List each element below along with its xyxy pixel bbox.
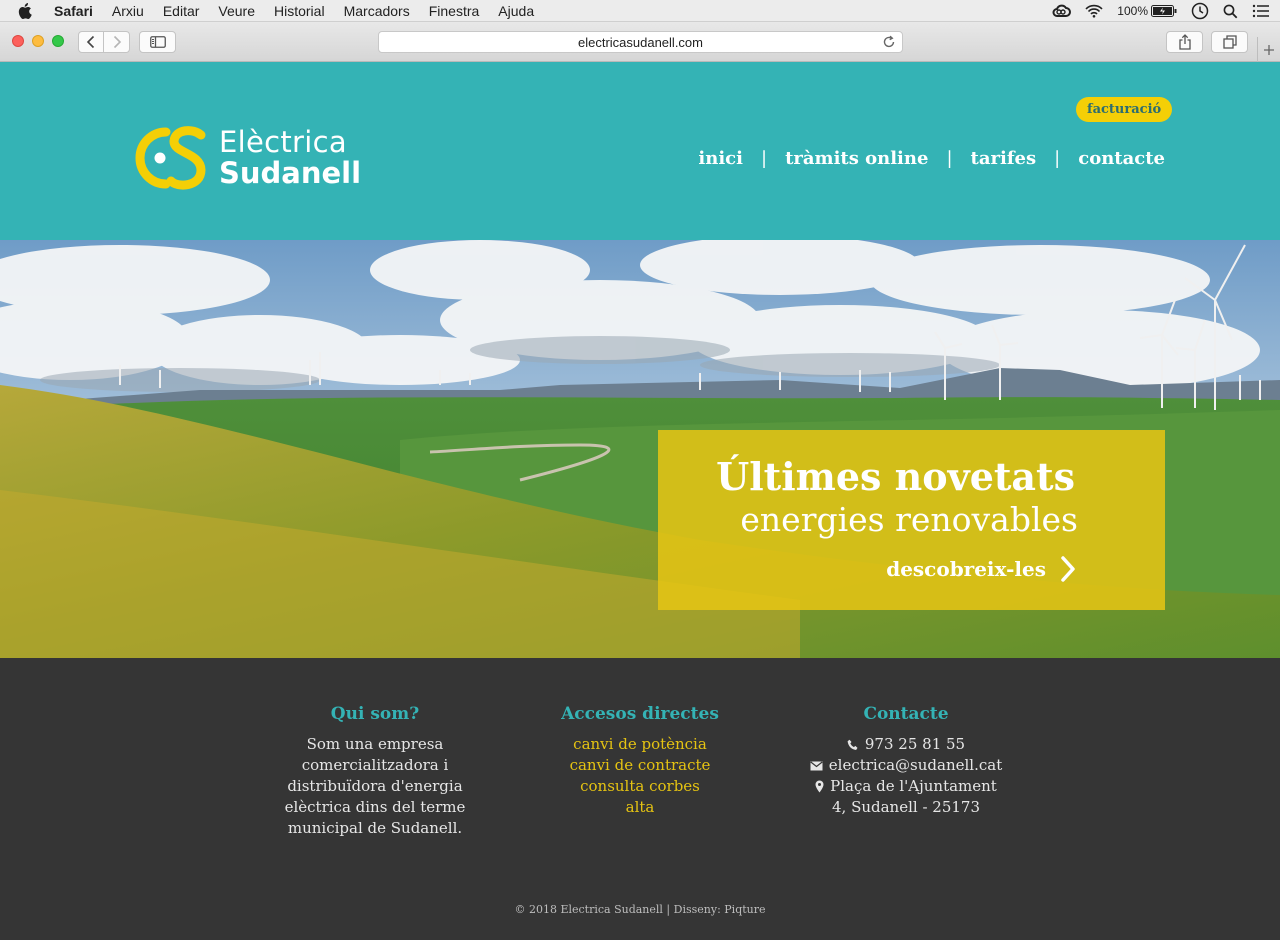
site-logo[interactable]: Elèctrica Sudanell [131, 123, 361, 193]
contact-phone[interactable]: 973 25 81 55 [790, 734, 1022, 755]
site-footer: Qui som? Som una empresa comercialitzado… [0, 658, 1280, 940]
promo-title: Últimes novetats [716, 454, 1075, 499]
menu-marcadors[interactable]: Marcadors [344, 3, 410, 19]
envelope-icon [810, 761, 823, 770]
sidebar-toggle-button[interactable] [139, 31, 176, 53]
url-text: electricasudanell.com [577, 34, 703, 50]
phone-icon [847, 739, 858, 750]
contact-section: Contacte 973 25 81 55 electrica@sudanell… [790, 704, 1022, 818]
address-line-1: Plaça de l'Ajuntament [830, 777, 997, 795]
close-window-button[interactable] [12, 35, 24, 47]
nav-separator: | [760, 148, 768, 169]
billing-button[interactable]: facturació [1076, 97, 1173, 122]
share-icon [1178, 34, 1191, 50]
about-text: Som una empresa comercialitzadora i dist… [284, 735, 466, 837]
forward-button[interactable] [104, 31, 130, 53]
link-canvi-contracte[interactable]: canvi de contracte [540, 755, 740, 776]
spotlight-search-icon[interactable] [1223, 4, 1238, 19]
address-line-2: 4, Sudanell - 25173 [831, 798, 980, 816]
share-button[interactable] [1166, 31, 1203, 53]
contact-email[interactable]: electrica@sudanell.cat [790, 755, 1022, 776]
site-header: Elèctrica Sudanell facturació inici | tr… [0, 62, 1280, 240]
history-nav [78, 31, 130, 53]
email-address: electrica@sudanell.cat [828, 756, 1003, 774]
wifi-icon[interactable] [1085, 4, 1103, 18]
hero-banner: Últimes novetats energies renovables des… [0, 240, 1280, 658]
menu-arxiu[interactable]: Arxiu [112, 3, 144, 19]
contact-heading: Contacte [863, 704, 949, 724]
nav-contacte[interactable]: contacte [1078, 148, 1165, 169]
discover-link[interactable]: descobreix-les [886, 555, 1076, 583]
chevron-left-icon [86, 35, 95, 49]
reload-icon[interactable] [882, 35, 896, 52]
logo-line-1: Elèctrica [219, 125, 347, 159]
menu-finestra[interactable]: Finestra [429, 3, 480, 19]
new-tab-button[interactable] [1257, 37, 1280, 62]
logo-line-2: Sudanell [219, 156, 362, 190]
back-button[interactable] [78, 31, 104, 53]
tab-overview-icon [1222, 35, 1237, 49]
main-navigation: inici | tràmits online | tarifes | conta… [698, 148, 1165, 169]
link-alta[interactable]: alta [540, 797, 740, 818]
battery-icon [1151, 5, 1177, 17]
copyright-text: © 2018 Electrica Sudanell | Disseny: Piq… [514, 903, 766, 916]
fullscreen-window-button[interactable] [52, 35, 64, 47]
discover-link-label: descobreix-les [886, 557, 1046, 581]
about-section: Qui som? Som una empresa comercialitzado… [270, 704, 480, 839]
nav-tarifes[interactable]: tarifes [971, 148, 1037, 169]
creative-cloud-icon[interactable] [1051, 4, 1072, 18]
map-pin-icon [815, 780, 824, 793]
nav-inici[interactable]: inici [698, 148, 743, 169]
battery-status[interactable]: 100% [1117, 4, 1177, 18]
about-heading: Qui som? [330, 704, 420, 724]
window-controls [12, 35, 64, 47]
browser-toolbar: electricasudanell.com [0, 22, 1280, 62]
plus-icon [1264, 44, 1274, 55]
link-consulta-corbes[interactable]: consulta corbes [540, 776, 740, 797]
notification-center-icon[interactable] [1252, 4, 1270, 18]
quick-links-heading: Accesos directes [561, 704, 719, 724]
time-machine-icon[interactable] [1191, 2, 1209, 20]
menu-veure[interactable]: Veure [218, 3, 255, 19]
address-bar[interactable]: electricasudanell.com [378, 31, 903, 53]
macos-menu-bar: Safari Arxiu Editar Veure Historial Marc… [0, 0, 1280, 22]
sidebar-icon [149, 36, 166, 48]
news-promo-box[interactable]: Últimes novetats energies renovables des… [658, 430, 1165, 610]
nav-separator: | [1054, 148, 1061, 169]
nav-separator: | [946, 148, 953, 169]
chevron-right-icon [113, 35, 121, 49]
minimize-window-button[interactable] [32, 35, 44, 47]
contact-address-line-2: 4, Sudanell - 25173 [790, 797, 1022, 818]
phone-number: 973 25 81 55 [864, 735, 966, 753]
logo-mark-icon [135, 126, 206, 190]
menu-ajuda[interactable]: Ajuda [498, 3, 534, 19]
contact-address-line-1: Plaça de l'Ajuntament [790, 776, 1022, 797]
link-canvi-potencia[interactable]: canvi de potència [540, 734, 740, 755]
menu-historial[interactable]: Historial [274, 3, 325, 19]
nav-tramits-online[interactable]: tràmits online [785, 148, 928, 169]
menu-app-safari[interactable]: Safari [54, 3, 93, 19]
quick-links-section: Accesos directes canvi de potència canvi… [540, 704, 740, 818]
chevron-right-icon [1061, 556, 1075, 582]
promo-subtitle: energies renovables [740, 500, 1078, 539]
apple-icon[interactable] [18, 2, 36, 19]
menu-editar[interactable]: Editar [163, 3, 200, 19]
tab-overview-button[interactable] [1211, 31, 1248, 53]
battery-percent: 100% [1117, 4, 1148, 18]
